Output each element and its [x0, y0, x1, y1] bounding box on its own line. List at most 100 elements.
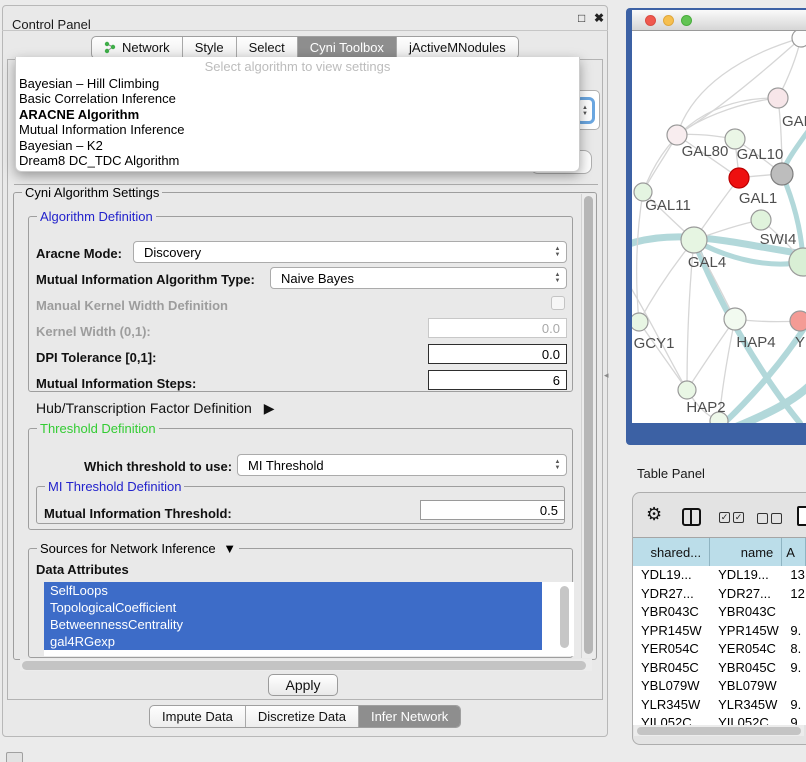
network-node-gal80[interactable]	[667, 125, 687, 145]
minimize-traffic-icon[interactable]	[663, 15, 674, 26]
gear-icon[interactable]: ⚙	[646, 504, 662, 525]
settings-hscrollbar[interactable]	[20, 659, 592, 671]
network-node[interactable]	[792, 31, 806, 47]
node-label: GAL80	[682, 143, 729, 160]
close-icon[interactable]: ✖	[594, 11, 604, 25]
attribute-list-item[interactable]: SelfLoops	[44, 582, 542, 599]
mi-steps-field[interactable]: 6	[428, 370, 567, 390]
tab-infer-network[interactable]: Infer Network	[359, 706, 460, 727]
attribute-list-item[interactable]: TopologicalCoefficient	[44, 599, 542, 616]
aracne-mode-combo[interactable]: Discovery ▲▼	[133, 241, 567, 263]
table-cell: YPR145W	[633, 622, 710, 641]
expand-right-icon: ▶	[264, 400, 275, 416]
table-row[interactable]: YLR345WYLR345W9.	[633, 696, 806, 715]
attribute-list-item[interactable]: gal4RGexp	[44, 633, 542, 650]
node-label: HAP2	[686, 399, 725, 416]
column-header-third[interactable]: A	[782, 538, 806, 566]
combo-spinner-icon: ▲▼	[549, 455, 566, 475]
table-cell: YLR345W	[633, 696, 710, 715]
table-row[interactable]: YDR27...YDR27...12	[633, 585, 806, 604]
mi-type-combo[interactable]: Naive Bayes ▲▼	[270, 267, 567, 289]
manual-kernel-label: Manual Kernel Width Definition	[36, 298, 228, 313]
network-node-gal4[interactable]	[681, 227, 707, 253]
table-hscrollbar[interactable]	[634, 725, 804, 736]
table-row[interactable]: YPR145WYPR145W9.	[633, 622, 806, 641]
network-node-y[interactable]	[790, 311, 806, 331]
table-row[interactable]: YER054CYER054C8.	[633, 640, 806, 659]
tab-cyni-toolbox[interactable]: Cyni Toolbox	[298, 37, 397, 58]
table-row[interactable]: YBL079WYBL079W	[633, 677, 806, 696]
dropdown-item[interactable]: Basic Correlation Inference	[16, 91, 579, 106]
export-table-icon[interactable]	[797, 506, 806, 526]
network-node[interactable]	[771, 163, 793, 185]
network-node-gal1[interactable]	[729, 168, 749, 188]
zoom-traffic-icon[interactable]	[681, 15, 692, 26]
dropdown-item[interactable]: Dream8 DC_TDC Algorithm	[16, 153, 579, 168]
apply-button[interactable]: Apply	[268, 674, 338, 696]
network-node-swi4[interactable]	[751, 210, 771, 230]
table-row[interactable]: YDL19...YDL19...13	[633, 566, 806, 585]
control-panel-tabs: Network Style Select Cyni Toolbox jActiv…	[91, 36, 519, 59]
table-cell: 9.	[782, 714, 806, 725]
tab-network[interactable]: Network	[92, 37, 183, 58]
node-label: GAL4	[688, 254, 726, 271]
checked-checkbox-icon[interactable]: ✓	[733, 512, 744, 523]
group-title: Algorithm Definition	[37, 209, 156, 224]
node-label: GAL	[782, 113, 806, 130]
close-traffic-icon[interactable]	[645, 15, 656, 26]
list-scrollbar[interactable]	[560, 586, 569, 648]
columns-icon[interactable]	[682, 508, 701, 526]
panel-splitter-handle[interactable]: ◂	[604, 370, 611, 382]
collapsed-panel-button[interactable]	[6, 752, 23, 762]
network-node-gal[interactable]	[768, 88, 788, 108]
panel-title: Control Panel	[12, 17, 91, 32]
tab-select[interactable]: Select	[237, 37, 298, 58]
mi-type-label: Mutual Information Algorithm Type:	[36, 272, 255, 287]
network-window-titlebar[interactable]	[632, 10, 806, 31]
network-node-hap4[interactable]	[724, 308, 746, 330]
network-node-hap2[interactable]	[678, 381, 696, 399]
manual-kernel-checkbox[interactable]	[551, 296, 565, 310]
mi-threshold-field[interactable]: 0.5	[420, 500, 565, 520]
network-canvas[interactable]: GALGAL80GAL10GAL1GAL11SWI4GAL4GCY1HAP4YH…	[632, 31, 806, 423]
node-label: GCY1	[634, 335, 675, 352]
table-cell: YER054C	[633, 640, 710, 659]
group-title: MI Threshold Definition	[45, 479, 184, 494]
table-cell: YPR145W	[710, 622, 782, 641]
table-header: shared... name A	[633, 538, 806, 566]
dropdown-item[interactable]: ARACNE Algorithm	[16, 107, 579, 122]
column-header-name[interactable]: name	[710, 538, 782, 566]
node-label: Y	[795, 334, 805, 351]
table-cell: YBL079W	[633, 677, 710, 696]
network-node-gcy1[interactable]	[632, 313, 648, 331]
table-row[interactable]: YBR045CYBR045C9.	[633, 659, 806, 678]
unchecked-checkbox-icon[interactable]	[771, 513, 782, 524]
tab-discretize-data[interactable]: Discretize Data	[246, 706, 359, 727]
tab-style[interactable]: Style	[183, 37, 237, 58]
table-cell: YDL19...	[633, 566, 710, 585]
tab-impute-data[interactable]: Impute Data	[150, 706, 246, 727]
sources-toggle[interactable]: Sources for Network Inference ▼	[37, 541, 239, 556]
float-icon[interactable]: □	[578, 11, 585, 25]
dpi-tolerance-field[interactable]: 0.0	[428, 344, 567, 364]
column-header-shared-name[interactable]: shared...	[633, 538, 710, 566]
dropdown-item[interactable]: Mutual Information Inference	[16, 122, 579, 137]
table-cell: YBR043C	[710, 603, 782, 622]
settings-scrollbar[interactable]	[581, 194, 595, 658]
control-panel-titlebar: Control Panel □ ✖	[2, 5, 608, 31]
table-row[interactable]: YIL052CYIL052C9.	[633, 714, 806, 725]
kernel-width-field[interactable]: 0.0	[428, 318, 567, 338]
attribute-list-item[interactable]: BetweennessCentrality	[44, 616, 542, 633]
which-threshold-combo[interactable]: MI Threshold ▲▼	[237, 454, 567, 476]
table-cell: YBL079W	[710, 677, 782, 696]
dropdown-item[interactable]: Bayesian – Hill Climbing	[16, 76, 579, 91]
dropdown-item[interactable]: Bayesian – K2	[16, 138, 579, 153]
tab-jactivemnodules[interactable]: jActiveMNodules	[397, 37, 518, 58]
table-cell: 9.	[782, 696, 806, 715]
table-row[interactable]: YBR043CYBR043C	[633, 603, 806, 622]
aracne-mode-label: Aracne Mode:	[36, 246, 122, 261]
hub-definition-toggle[interactable]: Hub/Transcription Factor Definition ▶	[36, 400, 274, 417]
unchecked-checkbox-icon[interactable]	[757, 513, 768, 524]
checked-checkbox-icon[interactable]: ✓	[719, 512, 730, 523]
table-cell: 9.	[782, 659, 806, 678]
